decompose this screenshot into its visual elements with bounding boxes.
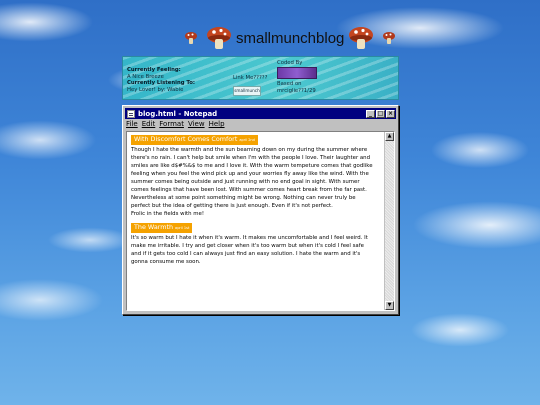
window-title: blog.html - Notepad	[138, 109, 218, 118]
menu-bar: File Edit Format View Help	[125, 120, 396, 130]
scroll-up-icon[interactable]: ▲	[385, 132, 394, 141]
notepad-window: blog.html - Notepad _ □ × File Edit Form…	[122, 105, 399, 315]
mushroom-small-icon	[383, 32, 396, 44]
close-button[interactable]: ×	[386, 109, 395, 118]
post-body: Though I hate the warmth and the sun bea…	[131, 146, 375, 218]
menu-file[interactable]: File	[126, 120, 138, 130]
menu-format[interactable]: Format	[159, 120, 184, 130]
link-me-label: Link Me?????	[233, 75, 268, 81]
vertical-scrollbar[interactable]: ▲ ▼	[384, 132, 394, 310]
blog-post: With Discomfort Comes Comfort april 2nd T…	[131, 135, 375, 218]
post-text: It's so warm but I hate it when it's war…	[131, 235, 368, 265]
listening-label: Currently Listening To:	[127, 80, 196, 86]
listening-value: Hey Lover! by: Wabie	[127, 86, 184, 93]
window-titlebar[interactable]: blog.html - Notepad _ □ ×	[125, 108, 396, 119]
post-title-badge: The Warmth april 1st	[131, 223, 193, 233]
site-title: smallmunchblog	[236, 29, 345, 47]
post-title-badge: With Discomfort Comes Comfort april 2nd	[131, 135, 258, 145]
post-title: The Warmth	[134, 223, 174, 231]
mushroom-icon	[207, 27, 231, 49]
menu-edit[interactable]: Edit	[142, 120, 156, 130]
post-text: Though I hate the warmth and the sun bea…	[131, 147, 373, 209]
maximize-button[interactable]: □	[376, 109, 385, 118]
post-date: april 1st	[175, 226, 190, 230]
post-title: With Discomfort Comes Comfort	[134, 135, 238, 143]
coded-by-label: Coded By	[277, 60, 303, 66]
coder-badge[interactable]	[277, 67, 317, 79]
post-body: It's so warm but I hate it when it's war…	[131, 234, 375, 266]
mushroom-small-icon	[185, 32, 197, 44]
mushroom-icon	[349, 27, 374, 49]
status-info: Currently Feeling: A Nice Breeze Current…	[127, 67, 231, 93]
site-header: smallmunchblog	[180, 24, 400, 52]
scroll-down-icon[interactable]: ▼	[385, 301, 394, 310]
based-on: Based on mrciglie??1/29	[277, 81, 337, 94]
blog-post: The Warmth april 1st It's so warm but I h…	[131, 223, 375, 266]
text-area[interactable]: With Discomfort Comes Comfort april 2nd T…	[126, 131, 395, 311]
link-button[interactable]: smallmunch	[233, 86, 261, 96]
minimize-button[interactable]: _	[366, 109, 375, 118]
based-on-value[interactable]: mrciglie??1/29	[277, 88, 337, 95]
notepad-icon	[127, 109, 135, 118]
feeling-label: Currently Feeling:	[127, 67, 181, 73]
post-closing: Frolic in the fields with me!	[131, 211, 204, 217]
menu-help[interactable]: Help	[209, 120, 225, 130]
status-panel: Currently Feeling: A Nice Breeze Current…	[122, 56, 399, 100]
menu-view[interactable]: View	[188, 120, 205, 130]
blog-content: With Discomfort Comes Comfort april 2nd T…	[131, 135, 375, 308]
post-date: april 2nd	[239, 138, 255, 142]
